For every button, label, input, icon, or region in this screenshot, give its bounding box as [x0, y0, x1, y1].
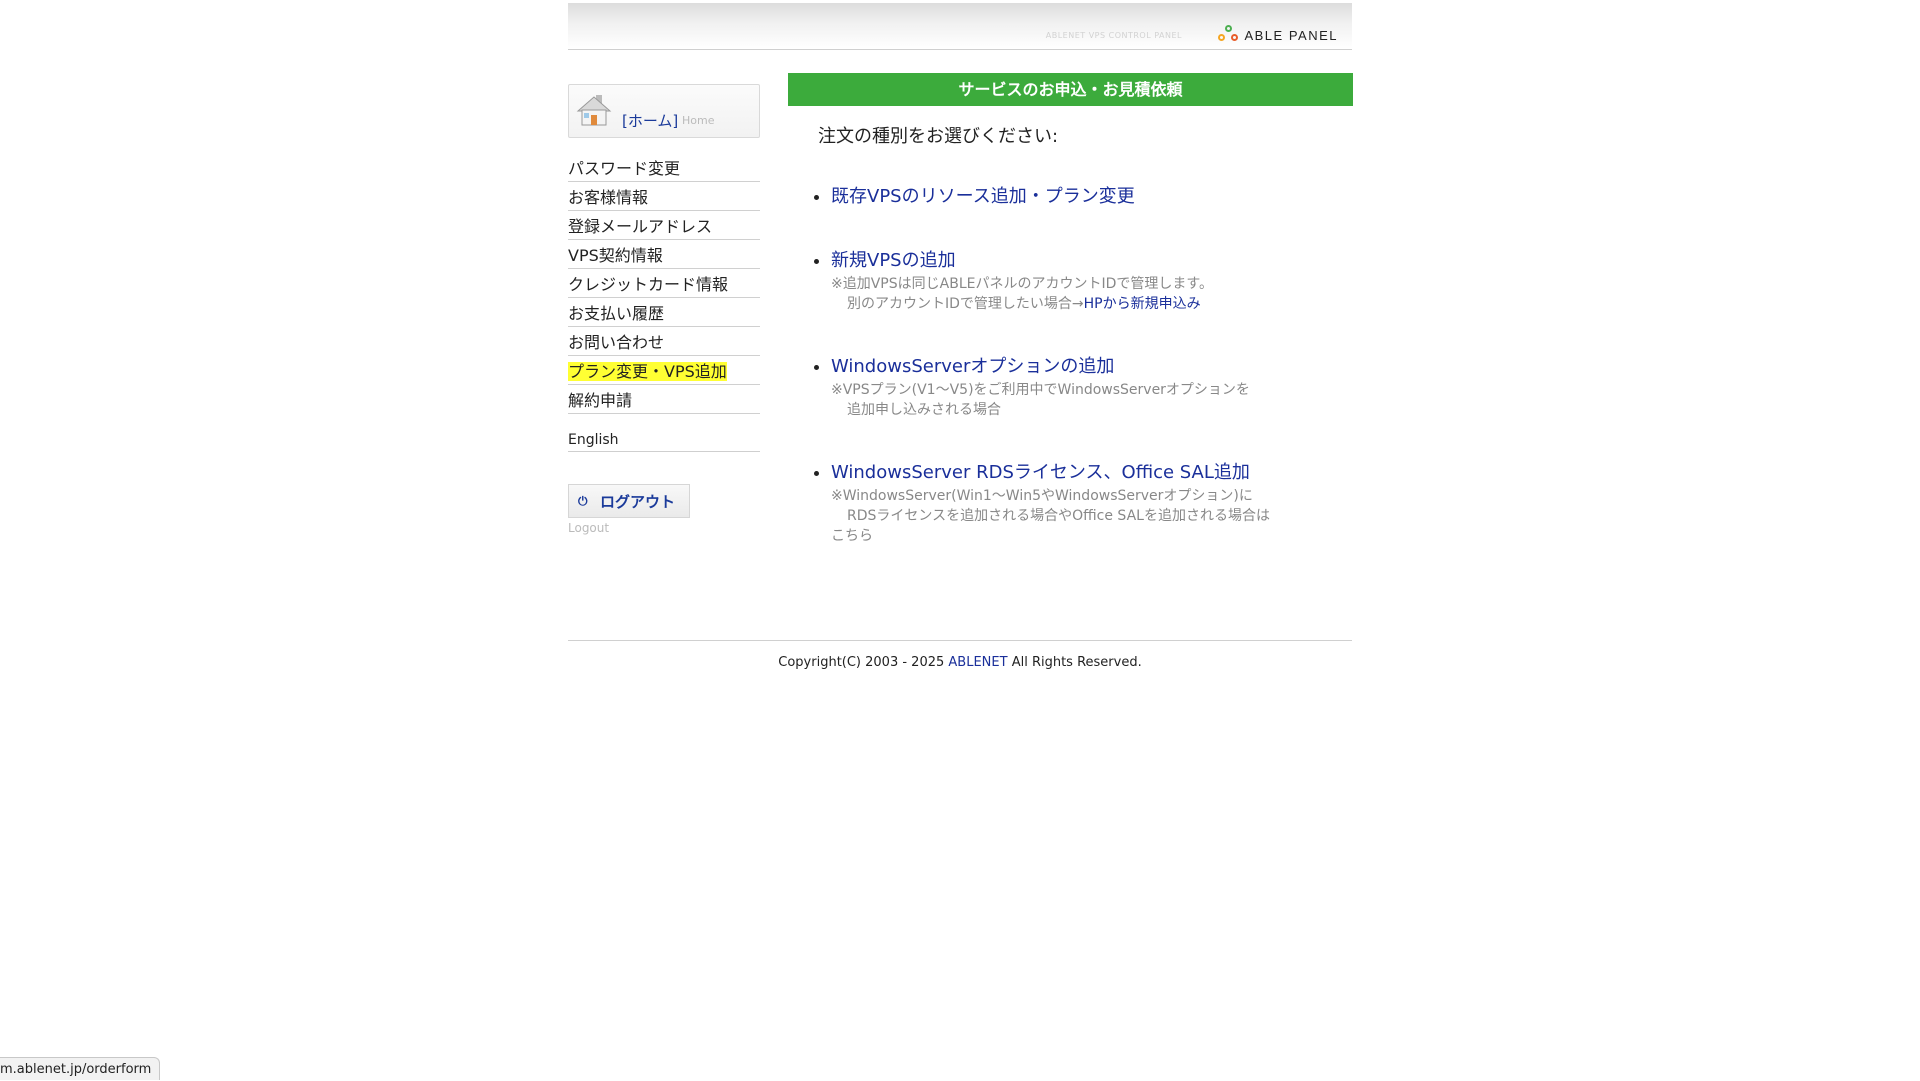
list-item: 既存VPSのリソース追加・プラン変更 [831, 182, 1353, 208]
footer: Copyright(C) 2003 - 2025 ABLENET All Rig… [778, 655, 1142, 670]
sidebar-item-password[interactable]: パスワード変更 [568, 154, 760, 182]
house-icon [576, 95, 612, 126]
language-english-link[interactable]: English [568, 432, 760, 452]
option-note: ※追加VPSは同じABLEパネルのアカウントIDで管理します。 別のアカウントI… [831, 276, 1213, 312]
option-note: ※VPSプラン(V1〜V5)をご利用中でWindowsServerオプションを … [831, 382, 1250, 418]
sidebar-item-payment-history[interactable]: お支払い履歴 [568, 299, 760, 327]
logout-label: ログアウト [600, 492, 676, 511]
logout-button[interactable]: ⏻ ログアウト [568, 484, 690, 518]
option-existing-vps-link[interactable]: 既存VPSのリソース追加・プラン変更 [831, 186, 1135, 207]
sidebar-item-vps-contract[interactable]: VPS契約情報 [568, 241, 760, 269]
list-item: WindowsServer RDSライセンス、Office SAL追加 ※Win… [831, 458, 1353, 546]
sidebar-item-contact[interactable]: お問い合わせ [568, 328, 760, 356]
sidebar-item-cancel[interactable]: 解約申請 [568, 386, 760, 414]
sidebar-item-email[interactable]: 登録メールアドレス [568, 212, 760, 240]
option-windows-server-link[interactable]: WindowsServerオプションの追加 [831, 356, 1114, 377]
home-link[interactable]: [ホーム] [622, 110, 678, 131]
sidebar-item-plan-change[interactable]: プラン変更・VPS追加 [568, 357, 760, 385]
sidebar-item-credit-card[interactable]: クレジットカード情報 [568, 270, 760, 298]
home-en-label: Home [682, 114, 715, 127]
power-icon: ⏻ [578, 493, 588, 508]
main-content: サービスのお申込・お見積依頼 注文の種別をお選びください: 既存VPSのリソース… [788, 73, 1353, 584]
page-title: サービスのお申込・お見積依頼 [788, 73, 1353, 106]
home-link-box[interactable]: [ホーム] Home [568, 84, 760, 138]
hp-new-signup-link[interactable]: HPから新規申込み [1084, 296, 1201, 312]
option-rds-office-link[interactable]: WindowsServer RDSライセンス、Office SAL追加 [831, 462, 1250, 483]
list-item: WindowsServerオプションの追加 ※VPSプラン(V1〜V5)をご利用… [831, 352, 1353, 420]
option-note: ※WindowsServer(Win1〜Win5やWindowsServerオプ… [831, 488, 1270, 544]
browser-status-url: m.ablenet.jp/orderform [0, 1057, 161, 1080]
sidebar-item-customer-info[interactable]: お客様情報 [568, 183, 760, 211]
order-options-list: 既存VPSのリソース追加・プラン変更 新規VPSの追加 ※追加VPSは同じABL… [788, 182, 1353, 546]
list-item: 新規VPSの追加 ※追加VPSは同じABLEパネルのアカウントIDで管理します。… [831, 246, 1353, 314]
ablenet-link[interactable]: ABLENET [948, 655, 1007, 670]
logo-dots-icon [1218, 25, 1240, 45]
header-subtitle: ABLENET VPS CONTROL PANEL [1045, 31, 1182, 40]
sidebar-nav: パスワード変更 お客様情報 登録メールアドレス VPS契約情報 クレジットカード… [568, 154, 760, 414]
page-header: ABLENET VPS CONTROL PANEL ABLE PANEL [568, 3, 1352, 50]
order-type-prompt: 注文の種別をお選びください: [818, 126, 1059, 147]
logout-en-label: Logout [568, 521, 610, 535]
footer-divider [568, 640, 1352, 641]
sidebar: [ホーム] Home パスワード変更 お客様情報 登録メールアドレス VPS契約… [568, 84, 760, 535]
option-new-vps-link[interactable]: 新規VPSの追加 [831, 250, 956, 271]
logo-text: ABLE PANEL [1244, 27, 1338, 43]
able-panel-logo[interactable]: ABLE PANEL [1218, 25, 1338, 45]
